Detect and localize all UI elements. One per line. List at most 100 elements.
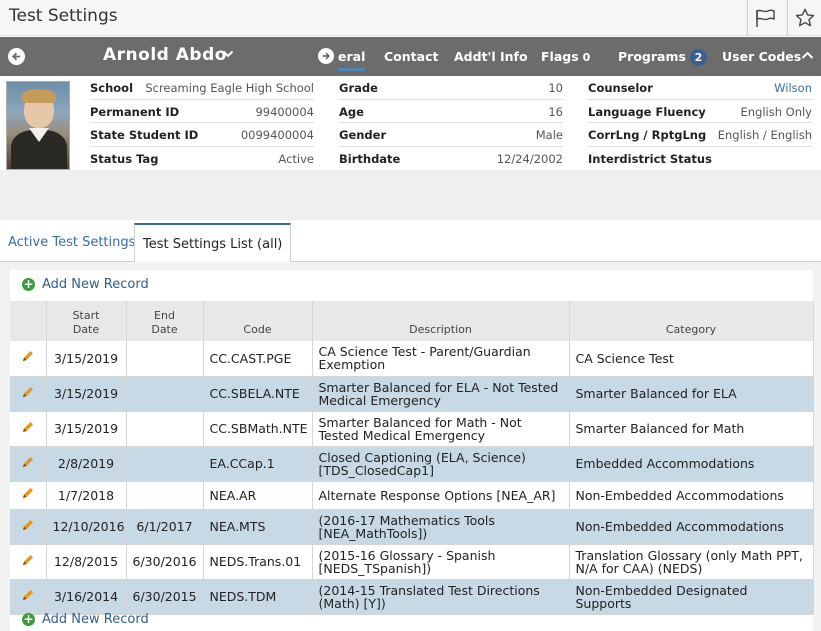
edit-cell[interactable] — [10, 341, 47, 377]
tab-general[interactable]: eral — [338, 49, 366, 71]
start-date-cell: 12/8/2015 — [46, 544, 127, 580]
header-label: Start Date — [72, 309, 100, 336]
end-date-cell — [126, 341, 204, 377]
add-new-record-bottom[interactable]: + Add New Record — [22, 609, 149, 629]
flag-icon — [755, 9, 775, 27]
edit-cell[interactable] — [10, 544, 47, 580]
table-row[interactable]: 1/7/2018 NEA.AR Alternate Response Options… — [10, 481, 814, 510]
table-row[interactable]: 3/15/2019 CC.CAST.PGE CA Science Test - Pa… — [10, 341, 814, 377]
edit-cell[interactable] — [10, 411, 47, 447]
header-label: End Date — [151, 309, 178, 336]
tab-active-test-settings[interactable]: Active Test Settings — [0, 223, 143, 263]
info-value: Male — [535, 128, 563, 142]
title-bar: Test Settings — [0, 0, 821, 36]
arrow-right-icon — [322, 52, 331, 60]
add-new-record-label: Add New Record — [42, 276, 149, 292]
code-cell: CC.SBMath.NTE — [203, 411, 313, 447]
add-new-record-top[interactable]: + Add New Record — [22, 274, 149, 294]
pencil-icon[interactable] — [21, 588, 35, 602]
info-value: 12/24/2002 — [496, 151, 563, 166]
flags-count-badge: 0 — [582, 51, 591, 64]
start-date-cell: 3/15/2019 — [46, 411, 127, 447]
pencil-icon[interactable] — [21, 553, 35, 567]
pencil-icon[interactable] — [21, 349, 35, 363]
category-cell: Non-Embedded Accommodations — [569, 481, 814, 510]
tab-programs[interactable]: Programs 2 — [618, 49, 707, 66]
pencil-icon[interactable] — [21, 486, 35, 500]
header-description[interactable]: Description — [312, 301, 570, 341]
header-edit — [10, 301, 47, 341]
tab-label: Flags — [541, 49, 579, 64]
info-label: Gender — [339, 128, 387, 142]
code-cell: EA.CCap.1 — [203, 446, 313, 482]
tab-test-settings-list[interactable]: Test Settings List (all) — [134, 223, 292, 263]
edit-cell[interactable] — [10, 481, 47, 510]
header-start-date[interactable]: Start Date — [46, 301, 127, 341]
pencil-icon[interactable] — [21, 420, 35, 434]
add-new-record-label: Add New Record — [42, 611, 149, 627]
start-date-cell: 3/15/2019 — [46, 341, 127, 377]
end-date-cell — [126, 446, 204, 482]
end-date-cell — [126, 411, 204, 447]
header-end-date[interactable]: End Date — [126, 301, 204, 341]
tab-contact[interactable]: Contact — [384, 49, 438, 64]
description-cell: Alternate Response Options [NEA_AR] — [312, 481, 570, 510]
table-row[interactable]: 12/8/2015 6/30/2016 NEDS.Trans.01 (2015-16 … — [10, 544, 814, 580]
header-code[interactable]: Code — [203, 301, 313, 341]
table-header-row: Start Date End Date Code Description Cat… — [10, 301, 814, 341]
edit-cell[interactable] — [10, 509, 47, 545]
nav-scroll-button[interactable] — [318, 48, 334, 64]
info-label: Language Fluency — [588, 104, 706, 119]
info-row-counselor: Counselor Wilson — [588, 76, 812, 100]
description-cell: (2016-17 Mathematics Tools [NEA_MathTool… — [312, 509, 570, 545]
header-label: Description — [409, 323, 472, 336]
description-cell: (2014-15 Translated Test Directions (Mat… — [312, 579, 570, 615]
tab-flags[interactable]: Flags 0 — [541, 49, 590, 64]
counselor-link[interactable]: Wilson — [774, 81, 812, 95]
description-cell: Smarter Balanced for ELA - Not Tested Me… — [312, 376, 570, 412]
back-button[interactable] — [8, 48, 25, 65]
settings-tabs: Active Test Settings Test Settings List … — [0, 220, 821, 263]
code-cell: CC.SBELA.NTE — [203, 376, 313, 412]
end-date-cell: 6/1/2017 — [126, 509, 204, 545]
end-date-cell — [126, 481, 204, 510]
pencil-icon[interactable] — [21, 518, 35, 532]
tab-user-codes[interactable]: User Codes — [722, 49, 801, 64]
code-cell: CC.CAST.PGE — [203, 341, 313, 377]
category-cell: Translation Glossary (only Math PPT, N/A… — [569, 544, 814, 580]
category-cell: Smarter Balanced for ELA — [569, 376, 814, 412]
code-cell: NEDS.TDM — [203, 579, 313, 615]
info-row-birthdate: Birthdate 12/24/2002 — [339, 147, 563, 171]
info-row-gender: Gender Male — [339, 123, 563, 147]
table-row[interactable]: 2/8/2019 EA.CCap.1 Closed Captioning (ELA,… — [10, 446, 814, 482]
info-label: Status Tag — [90, 151, 159, 166]
pencil-icon[interactable] — [21, 385, 35, 399]
edit-cell[interactable] — [10, 446, 47, 482]
tab-label: Contact — [384, 49, 439, 64]
info-row-corr-lang: CorrLng / RptgLng English / English — [588, 123, 812, 147]
chevron-down-icon[interactable] — [222, 49, 234, 59]
table-row[interactable]: 3/15/2019 CC.SBMath.NTE Smarter Balanced f… — [10, 411, 814, 447]
tab-addtl-info[interactable]: Addt'l Info — [454, 49, 528, 64]
flag-button[interactable] — [747, 0, 781, 36]
table-row[interactable]: 12/10/2016 6/1/2017 NEA.MTS (2016-17 Mathem… — [10, 509, 814, 545]
pencil-icon[interactable] — [21, 455, 35, 469]
tab-label: User Codes — [722, 49, 802, 64]
info-value: English Only — [740, 104, 812, 119]
table-row[interactable]: 3/15/2019 CC.SBELA.NTE Smarter Balanced fo… — [10, 376, 814, 412]
student-name[interactable]: Arnold Abdo — [103, 45, 227, 65]
chevron-up-icon[interactable] — [801, 50, 814, 60]
add-icon: + — [22, 611, 35, 626]
category-cell: Non-Embedded Accommodations — [569, 509, 814, 545]
records-card: + Add New Record Start Date End Date Cod… — [10, 270, 814, 631]
favorite-button[interactable] — [787, 0, 821, 36]
content-area: + Add New Record Start Date End Date Cod… — [0, 262, 821, 631]
header-category[interactable]: Category — [569, 301, 814, 341]
info-label: School — [90, 81, 134, 95]
tab-label: eral — [338, 49, 366, 64]
code-cell: NEA.AR — [203, 481, 313, 510]
info-label: Permanent ID — [90, 104, 180, 119]
edit-cell[interactable] — [10, 376, 47, 412]
info-label: Interdistrict Status — [588, 151, 712, 166]
description-cell: Smarter Balanced for Math - Not Tested M… — [312, 411, 570, 447]
